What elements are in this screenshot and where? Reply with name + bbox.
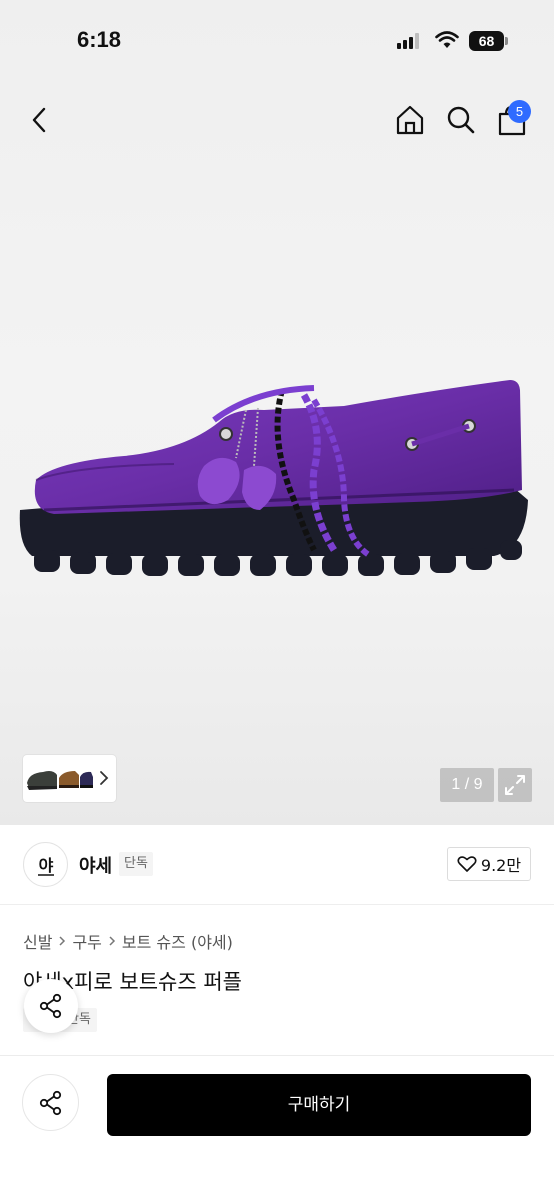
product-image-gallery[interactable]: 6:18 68 5 1 / 9 — [0, 0, 554, 825]
share-button[interactable] — [22, 1074, 79, 1131]
top-navigation — [0, 92, 554, 152]
like-button[interactable]: 9.2만 — [447, 847, 531, 881]
chevron-right-icon — [100, 771, 109, 785]
status-bar: 6:18 68 — [0, 0, 554, 84]
buy-button[interactable]: 구매하기 — [107, 1074, 531, 1136]
image-counter: 1 / 9 — [440, 768, 494, 802]
share-icon — [39, 993, 62, 1019]
chevron-right-icon — [109, 936, 115, 946]
battery-icon: 68 — [469, 31, 509, 51]
fullscreen-button[interactable] — [498, 768, 532, 802]
breadcrumb: 신발 구두 보트 슈즈 (야세) — [23, 929, 233, 953]
search-button[interactable] — [441, 100, 481, 140]
heart-icon — [457, 856, 477, 872]
battery-level: 68 — [469, 31, 504, 51]
wifi-icon — [435, 31, 459, 48]
cart-count-badge: 5 — [508, 100, 531, 123]
status-time: 6:18 — [77, 27, 122, 52]
floating-share-button[interactable] — [24, 979, 78, 1033]
home-button[interactable] — [390, 100, 430, 140]
like-count: 9.2만 — [480, 856, 522, 875]
expand-icon — [505, 775, 525, 795]
share-icon — [39, 1090, 61, 1115]
brand-logo-mark: 야 — [37, 856, 54, 876]
brand-name[interactable]: 야세 — [79, 852, 112, 878]
back-button[interactable] — [22, 102, 58, 138]
chevron-left-icon — [32, 107, 46, 133]
svg-text:야: 야 — [38, 856, 53, 875]
brand-row: 야 야세 단독 9.2만 — [0, 825, 554, 905]
product-image — [19, 380, 528, 576]
home-icon — [396, 105, 424, 135]
breadcrumb-item[interactable]: 보트 슈즈 (야세) — [122, 929, 233, 953]
search-icon — [447, 106, 475, 134]
thumbnail-image — [27, 771, 93, 790]
breadcrumb-item[interactable]: 구두 — [72, 929, 101, 953]
chevron-right-icon — [59, 936, 66, 946]
bottom-action-bar: 구매하기 — [0, 1055, 554, 1200]
cellular-signal-icon — [397, 33, 423, 49]
brand-logo[interactable]: 야 — [23, 842, 68, 887]
breadcrumb-item[interactable]: 신발 — [23, 929, 52, 953]
thumbnail-strip[interactable] — [23, 755, 116, 802]
exclusive-badge: 단독 — [119, 852, 153, 876]
